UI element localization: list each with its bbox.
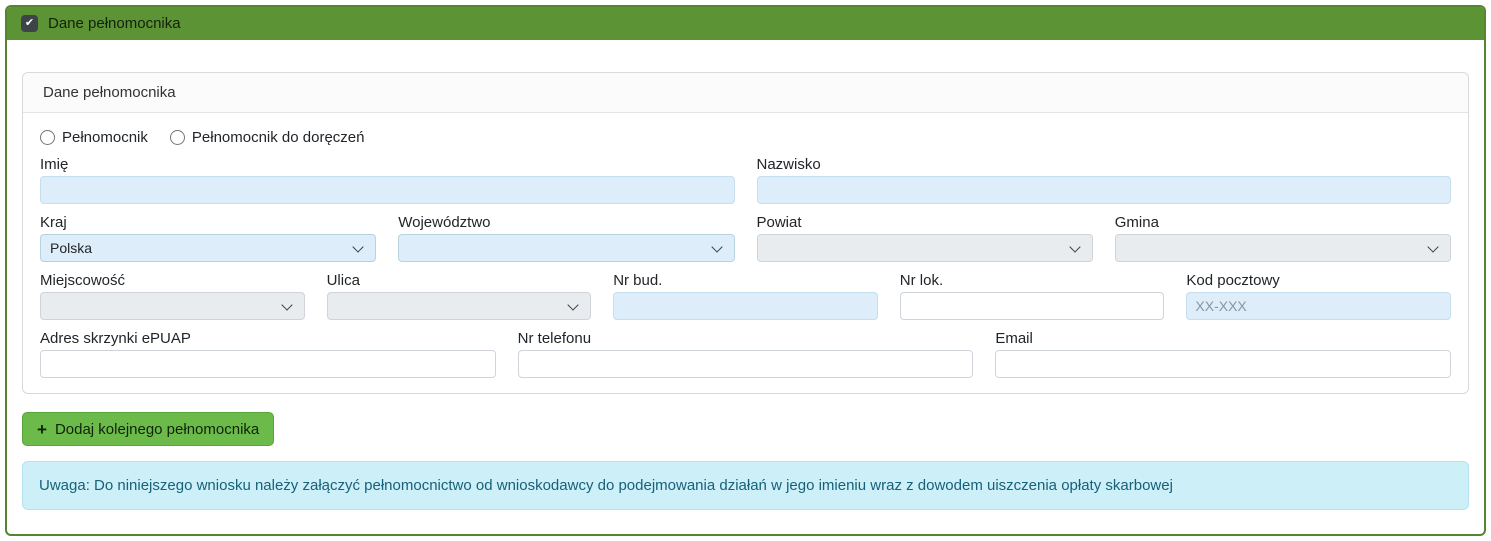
nr-bud-input[interactable] xyxy=(613,292,878,320)
section-checkbox[interactable]: ✔ xyxy=(21,15,38,32)
kraj-label: Kraj xyxy=(40,214,376,231)
field-gmina: Gmina xyxy=(1115,214,1451,262)
panel-body: Pełnomocnik Pełnomocnik do doręczeń Imię… xyxy=(23,113,1468,393)
field-wojewodztwo: Województwo xyxy=(398,214,734,262)
notice-banner: Uwaga: Do niniejszego wniosku należy zał… xyxy=(22,461,1469,510)
nr-lok-label: Nr lok. xyxy=(900,272,1165,289)
chevron-down-icon xyxy=(281,299,292,310)
powiat-label: Powiat xyxy=(757,214,1093,231)
proxy-data-panel: Dane pełnomocnika Pełnomocnik Pełnomocni… xyxy=(22,72,1469,394)
gmina-select xyxy=(1115,234,1451,262)
proxy-section-card: ✔ Dane pełnomocnika Dane pełnomocnika Pe… xyxy=(5,5,1486,536)
field-telefon: Nr telefonu xyxy=(518,330,974,378)
radio-pelnomocnik[interactable]: Pełnomocnik xyxy=(40,129,148,146)
chevron-down-icon xyxy=(353,241,364,252)
telefon-label: Nr telefonu xyxy=(518,330,974,347)
kod-pocztowy-input[interactable] xyxy=(1186,292,1451,320)
miejscowosc-select xyxy=(40,292,305,320)
field-nazwisko: Nazwisko xyxy=(757,156,1452,204)
chevron-down-icon xyxy=(568,299,579,310)
field-imie: Imię xyxy=(40,156,735,204)
field-epuap: Adres skrzynki ePUAP xyxy=(40,330,496,378)
epuap-input[interactable] xyxy=(40,350,496,378)
wojewodztwo-label: Województwo xyxy=(398,214,734,231)
chevron-down-icon xyxy=(1427,241,1438,252)
imie-label: Imię xyxy=(40,156,735,173)
section-body: Dane pełnomocnika Pełnomocnik Pełnomocni… xyxy=(7,40,1484,510)
panel-title: Dane pełnomocnika xyxy=(23,73,1468,113)
section-title: Dane pełnomocnika xyxy=(48,15,181,32)
powiat-select xyxy=(757,234,1093,262)
address-row: Miejscowość Ulica Nr xyxy=(40,272,1451,320)
field-email: Email xyxy=(995,330,1451,378)
field-nr-bud: Nr bud. xyxy=(613,272,878,320)
field-miejscowosc: Miejscowość xyxy=(40,272,305,320)
nr-bud-label: Nr bud. xyxy=(613,272,878,289)
add-proxy-button[interactable]: + Dodaj kolejnego pełnomocnika xyxy=(22,412,274,446)
section-header: ✔ Dane pełnomocnika xyxy=(7,7,1484,40)
nr-lok-input[interactable] xyxy=(900,292,1165,320)
pelnomocnik-do-doreczen-radio-label: Pełnomocnik do doręczeń xyxy=(192,129,365,146)
add-proxy-button-label: Dodaj kolejnego pełnomocnika xyxy=(55,421,259,438)
imie-input[interactable] xyxy=(40,176,735,204)
contact-row: Adres skrzynki ePUAP Nr telefonu Email xyxy=(40,330,1451,378)
miejscowosc-label: Miejscowość xyxy=(40,272,305,289)
wojewodztwo-select[interactable] xyxy=(398,234,734,262)
region-row: Kraj Polska Województwo xyxy=(40,214,1451,262)
kod-pocztowy-label: Kod pocztowy xyxy=(1186,272,1451,289)
proxy-type-radio-group: Pełnomocnik Pełnomocnik do doręczeń xyxy=(40,129,1451,146)
chevron-down-icon xyxy=(1069,241,1080,252)
pelnomocnik-radio[interactable] xyxy=(40,130,55,145)
kraj-select[interactable]: Polska xyxy=(40,234,376,262)
gmina-label: Gmina xyxy=(1115,214,1451,231)
notice-text: Uwaga: Do niniejszego wniosku należy zał… xyxy=(39,477,1173,494)
field-powiat: Powiat xyxy=(757,214,1093,262)
field-kraj: Kraj Polska xyxy=(40,214,376,262)
pelnomocnik-radio-label: Pełnomocnik xyxy=(62,129,148,146)
field-ulica: Ulica xyxy=(327,272,592,320)
nazwisko-input[interactable] xyxy=(757,176,1452,204)
plus-icon: + xyxy=(37,421,47,438)
epuap-label: Adres skrzynki ePUAP xyxy=(40,330,496,347)
telefon-input[interactable] xyxy=(518,350,974,378)
kraj-select-value: Polska xyxy=(50,240,92,256)
ulica-label: Ulica xyxy=(327,272,592,289)
check-icon: ✔ xyxy=(25,18,34,29)
radio-pelnomocnik-do-doreczen[interactable]: Pełnomocnik do doręczeń xyxy=(170,129,365,146)
email-label: Email xyxy=(995,330,1451,347)
chevron-down-icon xyxy=(711,241,722,252)
field-kod-pocztowy: Kod pocztowy xyxy=(1186,272,1451,320)
pelnomocnik-do-doreczen-radio[interactable] xyxy=(170,130,185,145)
ulica-select xyxy=(327,292,592,320)
field-nr-lok: Nr lok. xyxy=(900,272,1165,320)
nazwisko-label: Nazwisko xyxy=(757,156,1452,173)
name-row: Imię Nazwisko xyxy=(40,156,1451,204)
email-input[interactable] xyxy=(995,350,1451,378)
